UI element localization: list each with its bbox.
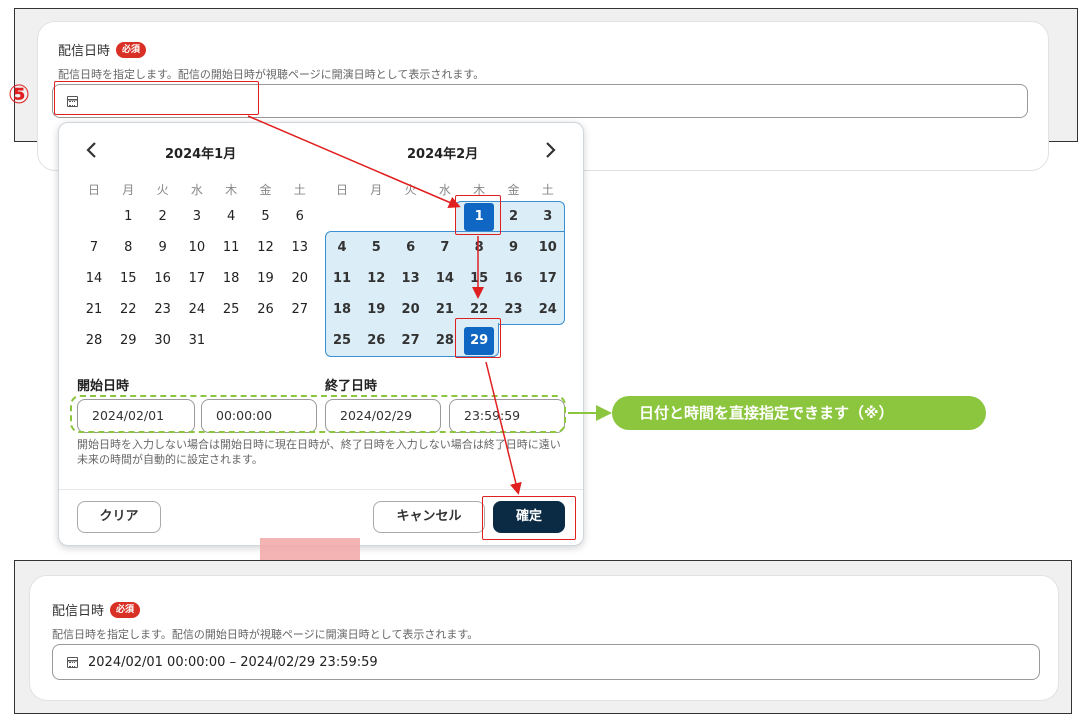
jan-day-cell[interactable]: 2 — [146, 203, 180, 231]
datetime-range-input[interactable]: 2024/02/01 00:00:00 – 2024/02/29 23:59:5… — [52, 644, 1040, 680]
start-day-highlight — [455, 195, 501, 235]
feb-day-cell[interactable]: 14 — [428, 265, 462, 293]
jan-day-cell[interactable]: 20 — [283, 265, 317, 293]
jan-day-cell[interactable]: 31 — [180, 327, 214, 355]
step-marker: ⑤ — [8, 80, 31, 110]
confirm-button-highlight — [482, 496, 576, 540]
jan-day-cell[interactable]: 16 — [146, 265, 180, 293]
cancel-button[interactable]: キャンセル — [373, 501, 485, 533]
feb-day-cell[interactable]: 6 — [394, 234, 428, 262]
feb-day-cell[interactable]: 13 — [394, 265, 428, 293]
date-range-picker-popup: 2024年1月 2024年2月 日月火水木金土日月火水木金土 123456789… — [58, 122, 584, 546]
weekday-label: 金 — [507, 183, 520, 197]
feb-day-cell[interactable]: 12 — [359, 265, 393, 293]
feb-day-cell[interactable]: 9 — [497, 234, 531, 262]
chevron-left-icon[interactable] — [85, 141, 99, 164]
jan-day-cell[interactable]: 13 — [283, 234, 317, 262]
feb-day-cell[interactable]: 3 — [531, 203, 565, 231]
field-help-text: 配信日時を指定します。配信の開始日時が視聴ページに開演日時として表示されます。 — [58, 68, 485, 81]
jan-day-cell[interactable]: 5 — [249, 203, 283, 231]
clear-button[interactable]: クリア — [77, 501, 161, 533]
jan-day-cell[interactable]: 12 — [249, 234, 283, 262]
jan-day-cell[interactable]: 25 — [214, 296, 248, 324]
feb-day-cell[interactable]: 18 — [325, 296, 359, 324]
jan-day-cell[interactable]: 6 — [283, 203, 317, 231]
jan-day-cell[interactable]: 10 — [180, 234, 214, 262]
bottom-field-card: 配信日時 必須 配信日時を指定します。配信の開始日時が視聴ページに開演日時として… — [29, 575, 1059, 701]
jan-day-cell[interactable]: 14 — [77, 265, 111, 293]
feb-day-cell[interactable]: 4 — [325, 234, 359, 262]
jan-day-cell[interactable]: 29 — [111, 327, 145, 355]
jan-day-cell[interactable]: 26 — [249, 296, 283, 324]
feb-day-cell[interactable]: 23 — [497, 296, 531, 324]
datetime-help-note: 開始日時を入力しない場合は開始日時に現在日時が、終了日時を入力しない場合は終了日… — [77, 438, 561, 466]
feb-day-cell[interactable]: 7 — [428, 234, 462, 262]
calendar-icon[interactable] — [67, 656, 78, 668]
jan-day-cell[interactable]: 18 — [214, 265, 248, 293]
end-day-highlight — [455, 318, 501, 358]
jan-day-cell[interactable]: 1 — [111, 203, 145, 231]
right-month-title: 2024年2月 — [407, 147, 479, 162]
start-datetime-label: 開始日時 — [77, 379, 130, 394]
jan-day-cell[interactable]: 15 — [111, 265, 145, 293]
jan-day-cell[interactable]: 11 — [214, 234, 248, 262]
weekday-label: 月 — [122, 183, 135, 197]
feb-day-cell[interactable]: 27 — [394, 327, 428, 355]
jan-day-cell[interactable]: 22 — [111, 296, 145, 324]
feb-day-cell[interactable]: 20 — [394, 296, 428, 324]
left-month-title: 2024年1月 — [165, 147, 237, 162]
jan-day-cell[interactable]: 8 — [111, 234, 145, 262]
weekday-label: 水 — [190, 183, 203, 197]
field-help-text: 配信日時を指定します。配信の開始日時が視聴ページに開演日時として表示されます。 — [52, 628, 479, 641]
datetime-range-value: 2024/02/01 00:00:00 – 2024/02/29 23:59:5… — [88, 654, 378, 670]
weekday-label: 月 — [370, 183, 383, 197]
feb-day-cell[interactable]: 10 — [531, 234, 565, 262]
jan-day-cell[interactable]: 7 — [77, 234, 111, 262]
field-label-text: 配信日時 — [52, 604, 105, 619]
required-badge: 必須 — [110, 601, 141, 618]
weekday-label: 日 — [87, 183, 100, 197]
feb-day-cell[interactable]: 5 — [359, 234, 393, 262]
feb-day-cell[interactable]: 2 — [497, 203, 531, 231]
required-badge: 必須 — [116, 41, 147, 58]
jan-day-cell[interactable]: 3 — [180, 203, 214, 231]
jan-day-cell[interactable]: 28 — [77, 327, 111, 355]
jan-day-cell[interactable]: 17 — [180, 265, 214, 293]
weekday-label: 日 — [335, 183, 348, 197]
feb-day-cell[interactable]: 19 — [359, 296, 393, 324]
field-label: 配信日時 必須 — [52, 600, 141, 619]
weekday-label: 木 — [225, 183, 238, 197]
datetime-inputs-dashed-highlight — [70, 395, 566, 433]
jan-day-cell[interactable]: 27 — [283, 296, 317, 324]
feb-day-cell[interactable]: 24 — [531, 296, 565, 324]
end-datetime-label: 終了日時 — [325, 379, 378, 394]
field-label-text: 配信日時 — [58, 44, 111, 59]
jan-day-cell[interactable]: 9 — [146, 234, 180, 262]
feb-day-cell[interactable]: 25 — [325, 327, 359, 355]
jan-day-cell[interactable]: 21 — [77, 296, 111, 324]
field-label: 配信日時 必須 — [58, 40, 147, 59]
weekday-label: 土 — [541, 183, 554, 197]
weekday-label: 火 — [156, 183, 169, 197]
bottom-screenshot-frame: 配信日時 必須 配信日時を指定します。配信の開始日時が視聴ページに開演日時として… — [14, 560, 1072, 714]
feb-day-cell[interactable]: 26 — [359, 327, 393, 355]
weekday-label: 火 — [404, 183, 417, 197]
jan-day-cell[interactable]: 24 — [180, 296, 214, 324]
feb-day-cell[interactable]: 17 — [531, 265, 565, 293]
jan-day-cell[interactable]: 23 — [146, 296, 180, 324]
weekday-label: 土 — [293, 183, 306, 197]
feb-day-cell[interactable]: 11 — [325, 265, 359, 293]
weekday-label: 金 — [259, 183, 272, 197]
direct-input-callout: 日付と時間を直接指定できます（※） — [612, 396, 986, 430]
footer-divider — [59, 489, 583, 490]
jan-day-cell[interactable]: 4 — [214, 203, 248, 231]
feb-day-cell[interactable]: 15 — [462, 265, 496, 293]
feb-day-cell[interactable]: 8 — [462, 234, 496, 262]
feb-day-cell[interactable]: 16 — [497, 265, 531, 293]
jan-day-cell[interactable]: 30 — [146, 327, 180, 355]
calendar-icon-highlight — [54, 81, 259, 115]
jan-day-cell[interactable]: 19 — [249, 265, 283, 293]
chevron-right-icon[interactable] — [543, 141, 557, 164]
